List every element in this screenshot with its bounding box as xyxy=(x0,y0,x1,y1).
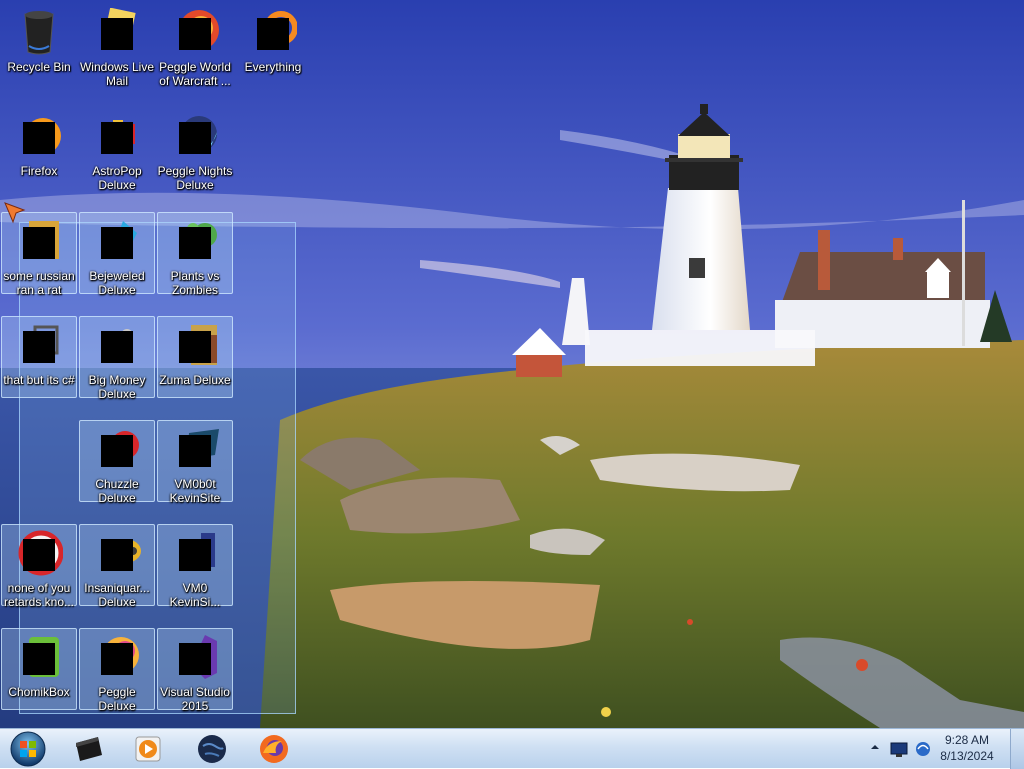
desktop-icon-everything[interactable]: Everything xyxy=(235,4,311,86)
desktop-icon-label: Peggle World of Warcraft ... xyxy=(159,60,231,88)
search-icon xyxy=(249,8,298,56)
clock-time: 9:28 AM xyxy=(944,733,990,747)
game-icon xyxy=(93,112,141,160)
windows-logo-icon xyxy=(10,731,46,767)
desktop-icon-astropop[interactable]: AstroPop Deluxe xyxy=(79,108,155,192)
mouse-cursor-icon xyxy=(4,202,26,224)
game-icon xyxy=(93,217,141,265)
globe-icon xyxy=(198,735,226,763)
desktop-icon-label: some russian ran a rat xyxy=(3,269,75,297)
taskbar: 9:28 AM 8/13/2024 xyxy=(0,728,1024,769)
desktop-icon-plants-vs-zombies[interactable]: Plants vs Zombies xyxy=(157,212,233,297)
taskbar-pinned-firefox[interactable] xyxy=(250,731,298,767)
file-icon xyxy=(15,529,64,577)
desktop-icon-insaniquarium[interactable]: Insaniquar... Deluxe xyxy=(79,524,155,609)
desktop-icon-peggle-deluxe[interactable]: Peggle Deluxe xyxy=(79,628,155,713)
desktop-icon-windows-live-mail[interactable]: Windows Live Mail xyxy=(79,4,155,88)
media-player-icon xyxy=(135,736,161,762)
desktop-icon-label: Plants vs Zombies xyxy=(170,269,220,297)
clock-date: 8/13/2024 xyxy=(940,749,994,763)
start-button[interactable] xyxy=(4,731,52,767)
desktop-icon-label: Peggle Deluxe xyxy=(98,685,136,713)
show-hidden-icons-button[interactable] xyxy=(870,739,880,757)
desktop-icon-label: Zuma Deluxe xyxy=(159,373,231,387)
desktop-icon-bejeweled[interactable]: Bejeweled Deluxe xyxy=(79,212,155,297)
game-icon xyxy=(171,321,219,369)
game-icon xyxy=(93,425,141,473)
desktop-icon-label: Windows Live Mail xyxy=(79,60,155,88)
taskbar-pinned-explorer[interactable] xyxy=(64,731,112,767)
desktop-icon-label: Firefox xyxy=(20,164,58,178)
app-icon xyxy=(15,633,63,681)
desktop-icon-vm0b0t-kevinsite[interactable]: VM0b0t KevinSite xyxy=(157,420,233,505)
monitor-icon xyxy=(890,742,908,757)
desktop-icon-label: none of you retards kno... xyxy=(3,581,75,609)
network-icon xyxy=(916,742,930,756)
desktop-icon-zuma[interactable]: Zuma Deluxe xyxy=(157,316,233,398)
desktop-icon-vm0-kevinsite[interactable]: VM0 KevinSi... xyxy=(157,524,233,609)
folder-icon xyxy=(171,529,219,577)
desktop-icon-label: AstroPop Deluxe xyxy=(92,164,142,192)
folder-icon xyxy=(171,425,219,473)
taskbar-pinned-media-player[interactable] xyxy=(124,731,172,767)
desktop-icon-none-of-you[interactable]: none of you retards kno... xyxy=(1,524,77,609)
taskbar-pinned-globe[interactable] xyxy=(188,731,236,767)
desktop-icon-that-but-csharp[interactable]: that but its c# xyxy=(1,316,77,398)
desktop-icon-label: Bejeweled Deluxe xyxy=(89,269,145,297)
game-icon xyxy=(171,112,219,160)
desktop-icon-big-money[interactable]: Big Money Deluxe xyxy=(79,316,155,401)
firefox-icon xyxy=(260,735,288,763)
file-icon: e xyxy=(15,217,63,265)
desktop-icon-chuzzle[interactable]: Chuzzle Deluxe xyxy=(79,420,155,505)
file-icon xyxy=(15,321,63,369)
folder-icon xyxy=(76,737,102,761)
game-icon xyxy=(93,321,141,369)
desktop-icon-label: Visual Studio 2015 xyxy=(160,685,230,713)
desktop-icon-recycle-bin[interactable]: Recycle Bin xyxy=(1,4,77,86)
game-icon xyxy=(93,633,141,681)
desktop-icon-label: VM0b0t KevinSite xyxy=(169,477,221,505)
game-icon xyxy=(171,217,219,265)
desktop-icon-label: Recycle Bin xyxy=(7,60,71,74)
chevron-up-icon xyxy=(871,745,879,749)
tray-network[interactable] xyxy=(914,740,932,763)
desktop-icon-visual-studio[interactable]: Visual Studio 2015 xyxy=(157,628,233,713)
game-icon xyxy=(171,8,219,56)
desktop-icon-peggle-nights[interactable]: Peggle Nights Deluxe xyxy=(157,108,233,192)
desktop-icon-label: Chuzzle Deluxe xyxy=(95,477,139,505)
tray-monitor[interactable] xyxy=(890,742,908,763)
show-desktop-button[interactable] xyxy=(1010,729,1024,769)
desktop-icon-label: that but its c# xyxy=(3,373,75,387)
desktop-icon-russian-rat[interactable]: e some russian ran a rat xyxy=(1,212,77,297)
game-icon xyxy=(93,529,141,577)
clock[interactable]: 9:28 AM 8/13/2024 xyxy=(932,732,1002,764)
desktop-icon-label: Everything xyxy=(244,60,302,74)
desktop-icon-label: Insaniquar... Deluxe xyxy=(84,581,150,609)
desktop-icon-peggle-wow[interactable]: Peggle World of Warcraft ... xyxy=(157,4,233,88)
mail-icon xyxy=(93,7,141,56)
recycle-bin-icon xyxy=(15,8,63,56)
desktop-icon-label: VM0 KevinSi... xyxy=(169,581,221,609)
visual-studio-icon xyxy=(171,633,219,681)
desktop-icon-firefox[interactable]: Firefox xyxy=(1,108,77,190)
desktop-icon-label: Big Money Deluxe xyxy=(88,373,146,401)
desktop-icon-label: Peggle Nights Deluxe xyxy=(157,164,233,192)
firefox-icon xyxy=(15,112,63,160)
desktop-icon-label: ChomikBox xyxy=(8,685,70,699)
desktop-icon-chomikbox[interactable]: ChomikBox xyxy=(1,628,77,710)
